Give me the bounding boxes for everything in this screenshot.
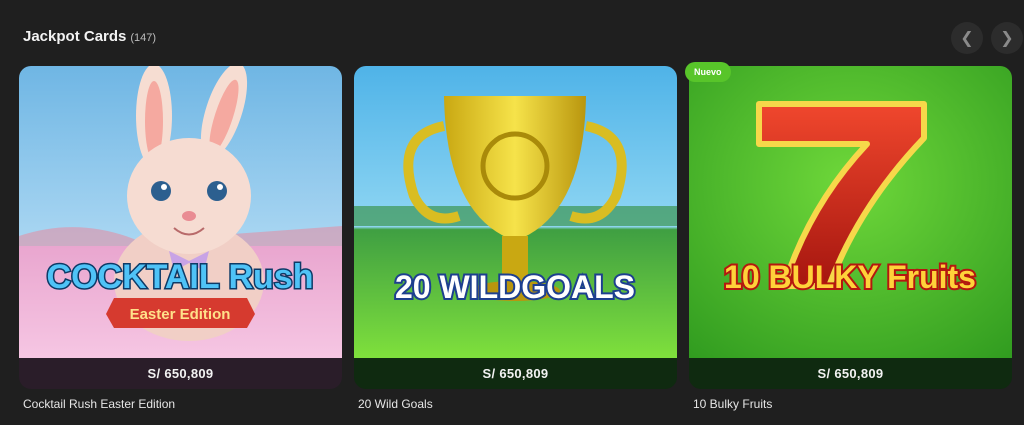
game-artwork: COCKTAIL Rush Easter Edition <box>19 66 342 358</box>
game-tile[interactable]: 20 WILDGOALS S/ 650,809 <box>354 66 677 389</box>
logo-text: COCKTAIL Rush <box>47 258 314 296</box>
jackpot-amount: S/ 650,809 <box>354 358 677 389</box>
game-card[interactable]: 10 BULKY Fruits S/ 650,809 10 Bulky Frui… <box>689 66 1012 411</box>
logo-text: 10 BULKY Fruits <box>724 259 976 295</box>
game-tile[interactable]: COCKTAIL Rush Easter Edition S/ 650,809 <box>19 66 342 389</box>
game-artwork: 20 WILDGOALS <box>354 66 677 358</box>
new-badge: Nuevo <box>685 62 731 82</box>
section-title: Jackpot Cards <box>23 28 127 45</box>
game-card[interactable]: 20 WILDGOALS S/ 650,809 20 Wild Goals <box>354 66 677 411</box>
jackpot-amount: S/ 650,809 <box>689 358 1012 389</box>
game-tile[interactable]: 10 BULKY Fruits S/ 650,809 <box>689 66 1012 389</box>
game-name[interactable]: Cocktail Rush Easter Edition <box>19 397 342 411</box>
jackpot-amount: S/ 650,809 <box>19 358 342 389</box>
game-name[interactable]: 20 Wild Goals <box>354 397 677 411</box>
logo-subtext: Easter Edition <box>130 306 231 323</box>
section-count: (147) <box>130 32 157 44</box>
chevron-right-icon: ❯ <box>1000 30 1014 47</box>
carousel-prev-button[interactable]: ❮ <box>951 22 983 54</box>
logo-text: 20 WILDGOALS <box>395 269 635 305</box>
carousel-next-button[interactable]: ❯ <box>991 22 1023 54</box>
game-artwork: 10 BULKY Fruits <box>689 66 1012 358</box>
section-header: Jackpot Cards (147) <box>23 28 156 45</box>
chevron-left-icon: ❮ <box>960 30 974 47</box>
game-name[interactable]: 10 Bulky Fruits <box>689 397 1012 411</box>
game-card[interactable]: COCKTAIL Rush Easter Edition S/ 650,809 … <box>19 66 342 411</box>
